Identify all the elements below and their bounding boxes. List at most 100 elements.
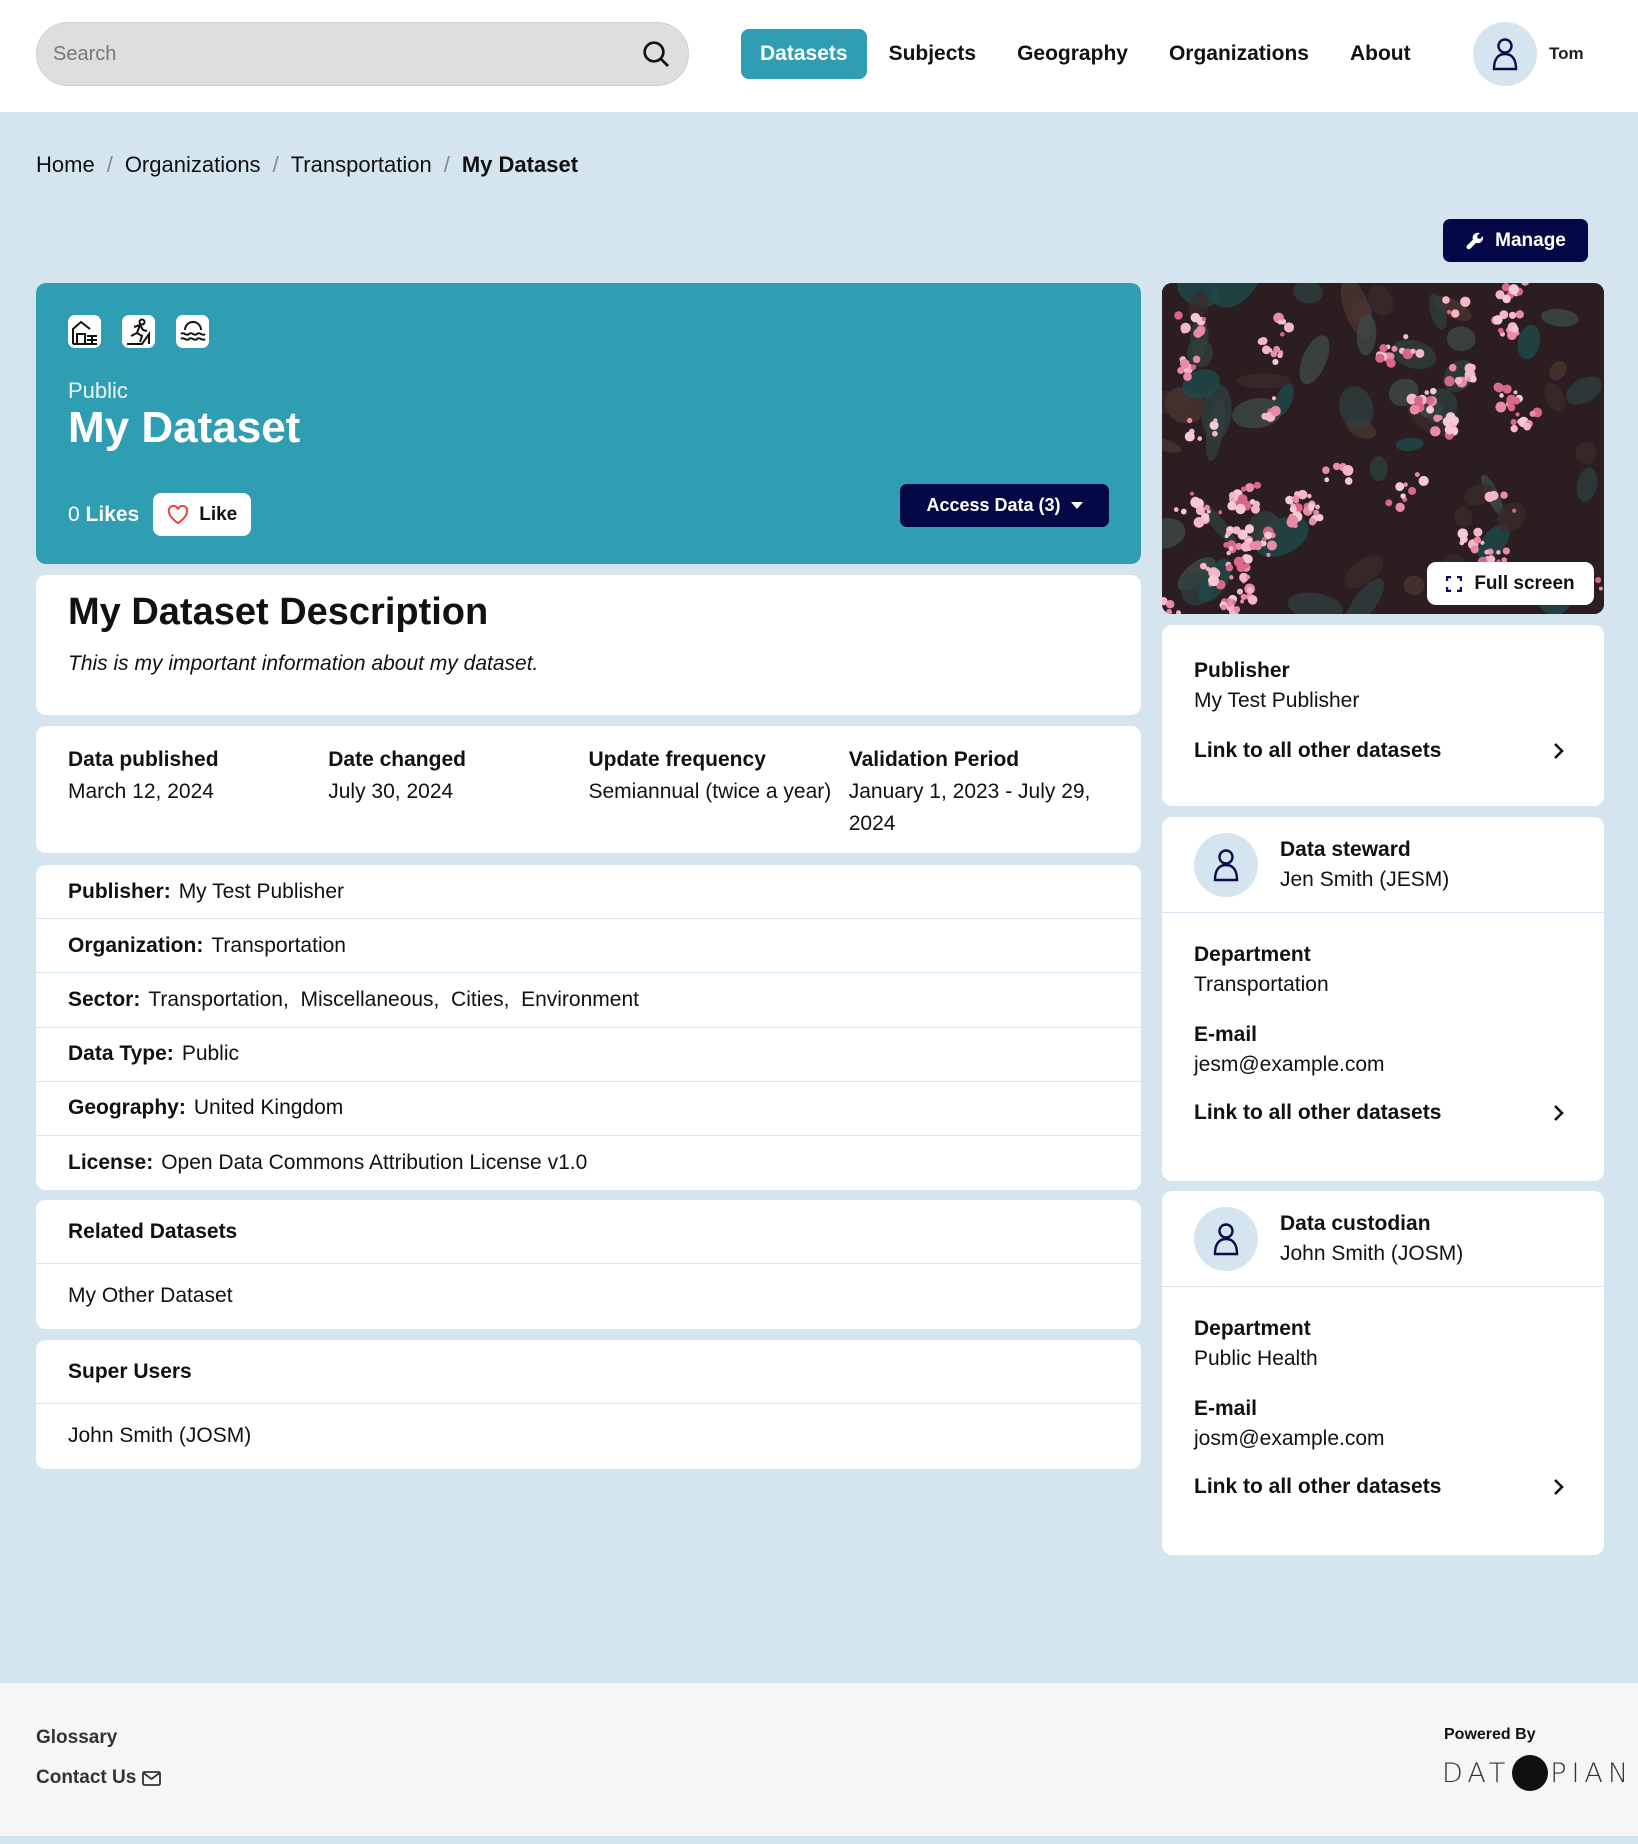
subject-icons [68,315,209,348]
water-icon[interactable] [176,315,209,348]
dataset-image: Full screen [1162,283,1604,614]
property-geography: Geography: United Kingdom [36,1082,1141,1136]
custodian-name: John Smith (JOSM) [1280,1241,1464,1265]
description-card: My Dataset Description This is my import… [36,575,1141,715]
search-input[interactable] [53,42,640,66]
likes-section: 0 Likes Like [68,493,252,536]
property-value: Transportation [211,933,346,957]
properties-card: Publisher: My Test Publisher Organization… [36,865,1141,1190]
data-custodian-card: Data custodian John Smith (JOSM) Departm… [1162,1191,1604,1555]
custodian-datasets-link[interactable]: Link to all other datasets [1194,1475,1572,1499]
link-label: Link to all other datasets [1194,739,1442,762]
publisher-datasets-link[interactable]: Link to all other datasets [1194,739,1572,763]
property-value: My Test Publisher [178,879,345,903]
date-label: Data published [68,748,219,771]
breadcrumb-separator: / [272,152,279,177]
property-label: Data Type: [68,1042,174,1066]
manage-label: Manage [1495,229,1566,251]
custodian-header: Data custodian John Smith (JOSM) [1162,1191,1604,1287]
likes-count: 0 Likes [68,502,140,526]
user-name[interactable]: Tom [1549,44,1584,64]
property-label: Publisher: [68,879,171,903]
date-value: March 12, 2024 [68,780,214,803]
property-organization: Organization: Transportation [36,919,1141,974]
dataset-title: My Dataset [68,403,301,452]
contact-link[interactable]: Contact Us [36,1767,162,1789]
visibility-label: Public [68,378,128,403]
fullscreen-button[interactable]: Full screen [1427,562,1594,605]
date-value: January 1, 2023 - July 29, 2024 [848,780,1091,835]
department-label: Department [1194,1317,1311,1340]
avatar[interactable] [1473,22,1537,86]
top-navbar: Datasets Subjects Geography Organization… [0,0,1638,112]
department-value: Public Health [1194,1347,1318,1370]
property-label: Organization: [68,933,204,957]
super-users-title: Super Users [36,1340,1141,1404]
property-value: United Kingdom [193,1096,344,1120]
chevron-right-icon [1554,743,1564,759]
breadcrumb: Home / Organizations / Transportation / … [36,152,578,178]
nav-about[interactable]: About [1331,29,1430,79]
search-icon[interactable] [640,38,672,70]
datopian-logo[interactable]: DAT PIAN [1442,1755,1633,1791]
nav-subjects[interactable]: Subjects [870,29,996,79]
property-publisher: Publisher: My Test Publisher [36,865,1141,920]
related-dataset-item[interactable]: My Other Dataset [36,1264,1141,1328]
logo-globe-icon [1512,1755,1549,1791]
breadcrumb-organizations[interactable]: Organizations [125,152,261,178]
nav-organizations[interactable]: Organizations [1150,29,1328,79]
custodian-role: Data custodian [1280,1211,1431,1235]
user-icon [1492,38,1518,71]
breadcrumb-transportation[interactable]: Transportation [291,152,432,178]
update-frequency: Update frequency Semiannual (twice a yea… [589,744,849,835]
property-value: Public [181,1042,240,1066]
date-changed: Date changed July 30, 2024 [328,744,588,835]
like-button[interactable]: Like [153,493,252,536]
user-menu[interactable]: Tom [1473,22,1584,86]
glossary-link[interactable]: Glossary [36,1727,161,1749]
data-steward-card: Data steward Jen Smith (JESM) Department… [1162,817,1604,1181]
property-label: Sector: [68,987,141,1011]
like-label: Like [199,503,238,525]
steward-avatar [1194,832,1258,897]
link-label: Link to all other datasets [1194,1101,1442,1124]
property-label: Geography: [68,1096,186,1120]
steward-datasets-link[interactable]: Link to all other datasets [1194,1101,1572,1125]
runner-icon[interactable] [122,315,155,348]
house-icon[interactable] [68,315,101,348]
nav-datasets[interactable]: Datasets [741,29,867,79]
email-value[interactable]: jesm@example.com [1194,1053,1572,1077]
envelope-icon [142,1770,162,1786]
date-published: Data published March 12, 2024 [68,744,328,835]
email-value[interactable]: josm@example.com [1194,1427,1572,1451]
fullscreen-label: Full screen [1474,572,1575,594]
manage-button[interactable]: Manage [1443,219,1588,262]
super-users-card: Super Users John Smith (JOSM) [36,1340,1141,1469]
date-value: July 30, 2024 [328,780,454,803]
publisher-card: Publisher My Test Publisher Link to all … [1162,625,1604,806]
department-label: Department [1194,943,1311,966]
nav-geography[interactable]: Geography [998,29,1147,79]
related-datasets-card: Related Datasets My Other Dataset [36,1200,1141,1329]
main-nav: Datasets Subjects Geography Organization… [741,29,1433,79]
property-data-type: Data Type: Public [36,1028,1141,1082]
date-value: Semiannual (twice a year) [588,780,832,803]
breadcrumb-home[interactable]: Home [36,152,95,178]
powered-by-label: Powered By [1444,1726,1536,1743]
access-data-dropdown[interactable]: Access Data (3) [900,484,1109,527]
steward-name: Jen Smith (JESM) [1280,867,1450,891]
property-value: Transportation, Miscellaneous, Cities, E… [148,987,639,1011]
heart-icon [168,504,189,524]
search-bar[interactable] [36,22,689,86]
description-title: My Dataset Description [68,591,489,633]
footer: Glossary Contact Us Powered By DAT PIAN [0,1683,1638,1836]
validation-period: Validation Period January 1, 2023 - July… [849,744,1109,835]
logo-text-right: PIAN [1550,1757,1634,1789]
property-value: Open Data Commons Attribution License v1… [161,1151,588,1175]
related-datasets-title: Related Datasets [36,1200,1141,1264]
email-label: E-mail [1194,1023,1258,1046]
property-license: License: Open Data Commons Attribution Li… [36,1136,1141,1190]
dates-card: Data published March 12, 2024 Date chang… [36,726,1141,853]
steward-role: Data steward [1280,837,1411,861]
wrench-icon [1466,232,1484,249]
